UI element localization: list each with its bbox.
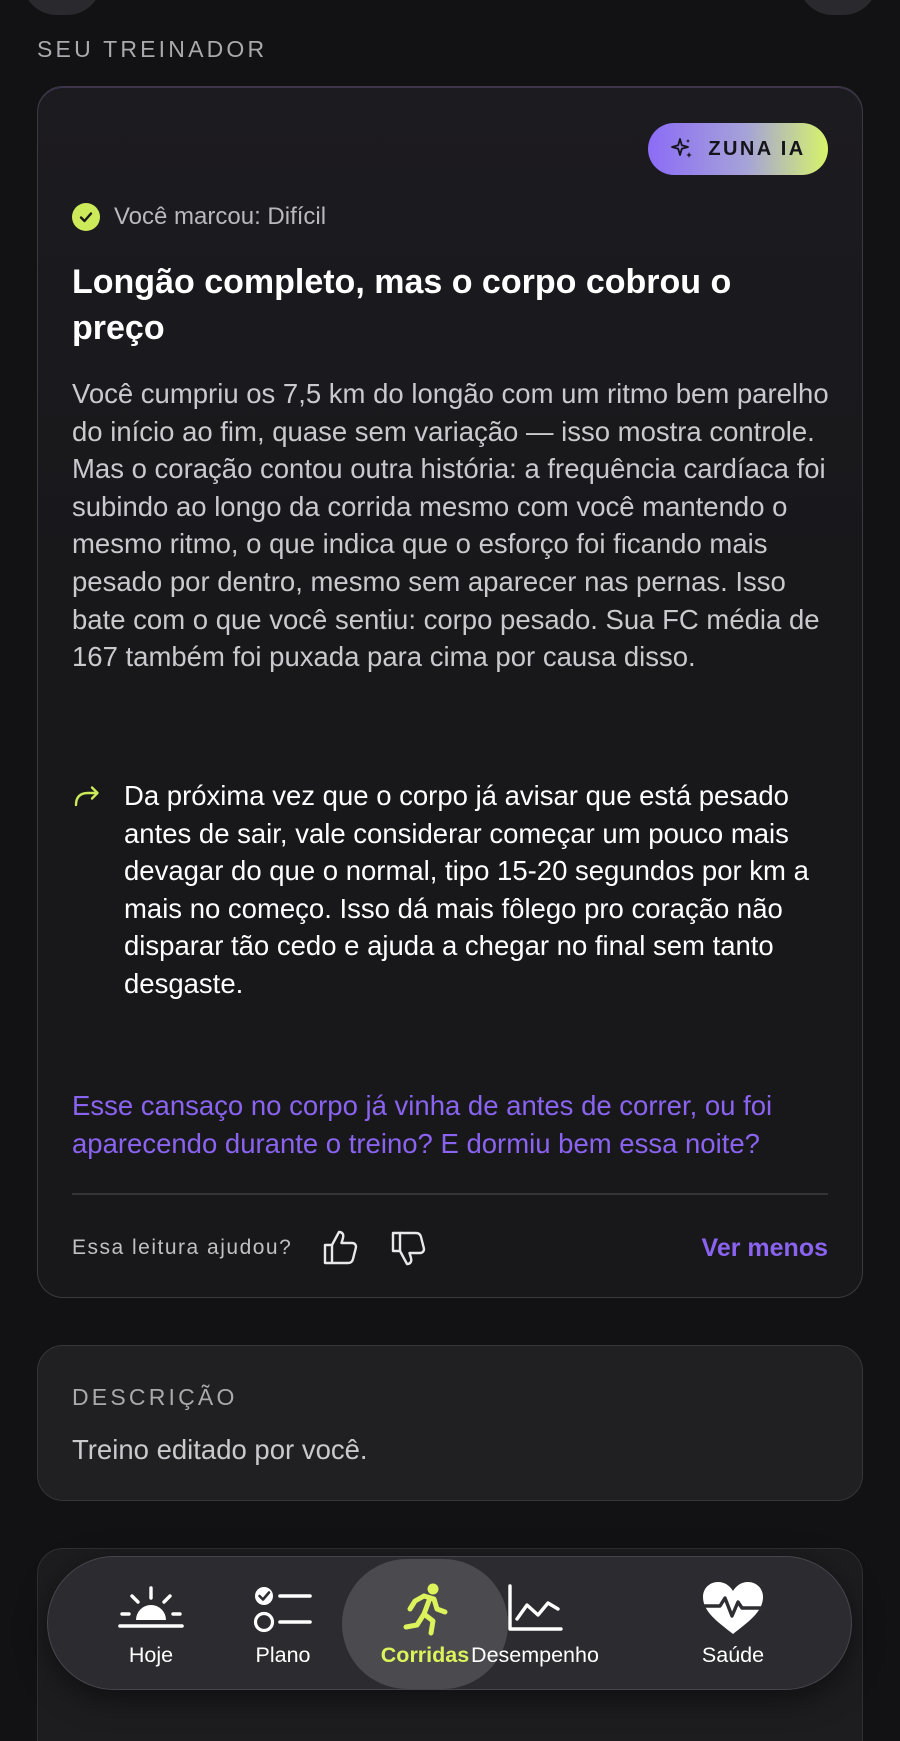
- coach-question: Esse cansaço no corpo já vinha de antes …: [72, 1090, 773, 1159]
- ai-badge: ZUNA IA: [648, 123, 828, 175]
- coach-tip-text: Da próxima vez que o corpo já avisar que…: [124, 780, 809, 999]
- divider: [72, 1193, 828, 1195]
- tab-plano[interactable]: Plano: [208, 1557, 358, 1691]
- tab-saude[interactable]: Saúde: [658, 1557, 808, 1691]
- coach-card: ZUNA IA Você marcou: Difícil Longão comp…: [37, 86, 863, 1298]
- ai-badge-label: ZUNA IA: [708, 137, 806, 160]
- checklist-icon: [248, 1581, 318, 1637]
- check-circle-icon: [72, 203, 100, 231]
- heart-pulse-icon: [698, 1581, 768, 1637]
- thumbs-down-icon[interactable]: [388, 1227, 428, 1269]
- see-less-link[interactable]: Ver menos: [702, 1234, 828, 1263]
- tab-label: Plano: [255, 1642, 311, 1667]
- line-chart-icon: [500, 1581, 570, 1637]
- section-title: SEU TREINADOR: [37, 36, 268, 62]
- options-button[interactable]: [798, 0, 878, 15]
- runner-icon: [390, 1581, 460, 1637]
- run-detail-screen: SEU TREINADOR ZUNA IA Você marcou: Difíc…: [0, 0, 900, 1741]
- sparkle-icon: [671, 138, 693, 158]
- coach-analysis: Você cumpriu os 7,5 km do longão com um …: [72, 378, 829, 673]
- tab-label: Saúde: [701, 1642, 765, 1667]
- tab-label: Desempenho: [471, 1642, 599, 1667]
- back-button[interactable]: [22, 0, 102, 15]
- feedback-label: Essa leitura ajudou?: [72, 1236, 293, 1259]
- coach-title: Longão completo, mas o corpo cobrou o pr…: [72, 263, 732, 347]
- arrow-turn-right-icon: [74, 786, 99, 807]
- sunrise-icon: [116, 1581, 186, 1637]
- tab-hoje[interactable]: Hoje: [76, 1557, 226, 1691]
- description-label: DESCRIÇÃO: [72, 1384, 238, 1410]
- tab-label: Hoje: [128, 1642, 174, 1667]
- description-card: DESCRIÇÃO Treino editado por você.: [37, 1345, 863, 1501]
- tab-label: Corridas: [380, 1642, 470, 1667]
- bottom-tab-bar: Hoje Plano Corridas Desempenho Saúde: [47, 1556, 852, 1690]
- feedback-row: Essa leitura ajudou? Ver menos: [72, 1223, 828, 1273]
- effort-rating-text: Você marcou: Difícil: [114, 203, 327, 230]
- tab-desempenho[interactable]: Desempenho: [460, 1557, 610, 1691]
- description-text: Treino editado por você.: [72, 1434, 368, 1465]
- thumbs-up-icon[interactable]: [320, 1227, 360, 1269]
- coach-tip: Da próxima vez que o corpo já avisar que…: [72, 777, 832, 1003]
- effort-rating: Você marcou: Difícil: [72, 203, 326, 231]
